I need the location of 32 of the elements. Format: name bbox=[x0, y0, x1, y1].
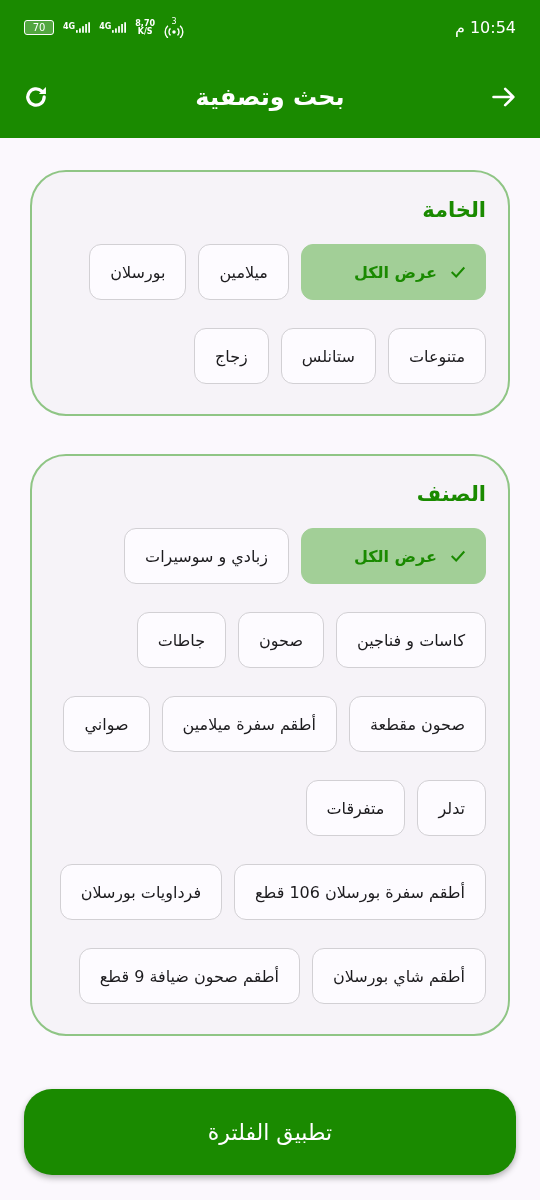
filter-chip[interactable]: كاسات و فناجين bbox=[336, 612, 486, 668]
battery-level: 70 bbox=[32, 22, 46, 33]
filter-chip[interactable]: جاطات bbox=[136, 612, 227, 668]
filter-chip[interactable]: صحون مقطعة bbox=[348, 696, 486, 752]
filter-chip[interactable]: أطقم سفرة ميلامين bbox=[161, 696, 337, 752]
signal-icon bbox=[112, 22, 127, 33]
hotspot-icon bbox=[164, 23, 185, 38]
filter-chip[interactable]: بورسلان bbox=[89, 244, 187, 300]
filter-chip[interactable]: متفرقات bbox=[305, 780, 406, 836]
filter-chip[interactable]: تدلر bbox=[417, 780, 486, 836]
filter-chip[interactable]: ستانلس bbox=[280, 328, 376, 384]
filter-chip[interactable]: زبادي و سوسيرات bbox=[124, 528, 289, 584]
filter-chip[interactable]: فرداويات بورسلان bbox=[59, 864, 223, 920]
signal-icon bbox=[76, 22, 91, 33]
hotspot-count: 3 bbox=[171, 17, 177, 26]
screen-title: بحث وتصفية bbox=[195, 82, 345, 111]
filter-chip[interactable]: صواني bbox=[63, 696, 150, 752]
network-type: 4G bbox=[99, 22, 112, 31]
network-speed: 8,70 bbox=[135, 19, 156, 28]
filter-chip[interactable]: صحون bbox=[238, 612, 324, 668]
filter-chip[interactable]: متنوعات bbox=[388, 328, 486, 384]
speed-unit: K/S bbox=[137, 27, 153, 36]
section-title: الصنف bbox=[415, 482, 486, 506]
filter-chip[interactable]: أطقم سفرة بورسلان 106 قطع bbox=[234, 864, 486, 920]
filter-chip[interactable]: أطقم شاي بورسلان bbox=[311, 948, 486, 1004]
filter-chip[interactable]: زجاج bbox=[193, 328, 269, 384]
apply-filter-button[interactable]: تطبيق الفلترة bbox=[24, 1089, 516, 1175]
filter-chip[interactable]: أطقم صحون ضيافة 9 قطع bbox=[78, 948, 300, 1004]
clock: 10:54 م bbox=[454, 18, 516, 37]
network-type: 4G bbox=[63, 22, 76, 31]
section-title: الخامة bbox=[421, 198, 486, 222]
filter-chip[interactable]: ميلامين bbox=[198, 244, 289, 300]
